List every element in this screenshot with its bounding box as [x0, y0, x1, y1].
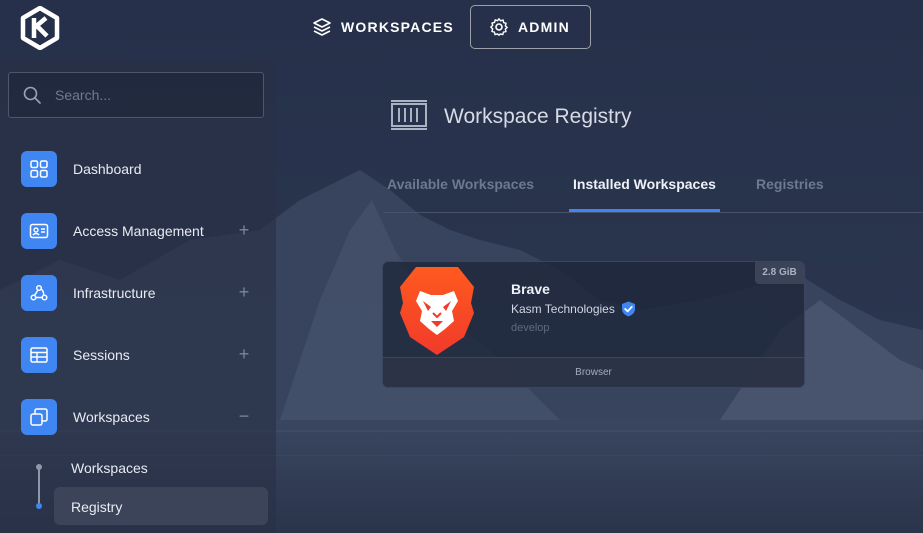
- verified-badge-icon: [621, 301, 635, 317]
- sidebar-item-label: Access Management: [73, 223, 204, 239]
- sidebar-item-label: Workspaces: [73, 409, 150, 425]
- sidebar-subitem-workspaces[interactable]: Workspaces: [71, 460, 148, 476]
- webhook-icon: [21, 275, 57, 311]
- sidebar-item-infrastructure[interactable]: Infrastructure +: [21, 275, 271, 311]
- table-icon: [21, 337, 57, 373]
- layers-icon: [313, 18, 331, 36]
- sidebar-item-workspaces[interactable]: Workspaces −: [21, 399, 271, 435]
- search-box[interactable]: [8, 72, 264, 118]
- tab-available-workspaces[interactable]: Available Workspaces: [387, 176, 534, 192]
- expand-plus-icon[interactable]: +: [235, 345, 253, 363]
- windows-icon: [21, 399, 57, 435]
- registry-tabs: Available Workspaces Installed Workspace…: [383, 175, 923, 213]
- submenu-connector-line: [38, 467, 40, 507]
- expand-plus-icon[interactable]: +: [235, 221, 253, 239]
- workspaces-nav-button[interactable]: WORKSPACES: [298, 5, 468, 49]
- admin-nav-button[interactable]: ADMIN: [470, 5, 591, 49]
- search-icon: [23, 86, 41, 104]
- workspace-vendor: Kasm Technologies: [511, 301, 636, 317]
- search-input[interactable]: [53, 86, 247, 104]
- active-tab-indicator: [569, 209, 720, 212]
- page-title: Workspace Registry: [444, 105, 632, 128]
- top-navbar: WORKSPACES ADMIN: [0, 0, 923, 56]
- expand-plus-icon[interactable]: +: [235, 283, 253, 301]
- sidebar-item-label: Sessions: [73, 347, 130, 363]
- sidebar-item-dashboard[interactable]: Dashboard: [21, 151, 271, 187]
- collapse-minus-icon[interactable]: −: [235, 407, 253, 425]
- sidebar-item-access-management[interactable]: Access Management +: [21, 213, 271, 249]
- grid-icon: [21, 151, 57, 187]
- gear-icon: [490, 18, 508, 36]
- submenu-dot-active: [36, 503, 42, 509]
- submenu-dot: [36, 464, 42, 470]
- workspace-category: Browser: [383, 357, 804, 387]
- workspace-vendor-label: Kasm Technologies: [511, 302, 615, 316]
- brave-lion-icon: [400, 267, 474, 355]
- sidebar: Dashboard Access Management + Infrastruc…: [0, 60, 276, 533]
- sidebar-item-label: Dashboard: [73, 161, 142, 177]
- workspaces-nav-label: WORKSPACES: [341, 19, 454, 35]
- workspace-card[interactable]: Brave Kasm Technologies develop 2.8 GiB …: [382, 261, 805, 388]
- id-card-icon: [21, 213, 57, 249]
- size-badge: 2.8 GiB: [755, 262, 804, 284]
- workspace-tag: develop: [511, 322, 550, 334]
- tab-registries[interactable]: Registries: [756, 176, 824, 192]
- workspace-name: Brave: [511, 281, 550, 297]
- sidebar-item-label: Infrastructure: [73, 285, 156, 301]
- sidebar-item-sessions[interactable]: Sessions +: [21, 337, 271, 373]
- admin-nav-label: ADMIN: [518, 19, 570, 35]
- tab-installed-workspaces[interactable]: Installed Workspaces: [573, 176, 716, 192]
- registry-container-icon: [391, 100, 427, 130]
- kasm-logo-icon[interactable]: [20, 6, 60, 50]
- sidebar-subitem-registry[interactable]: Registry: [71, 499, 122, 515]
